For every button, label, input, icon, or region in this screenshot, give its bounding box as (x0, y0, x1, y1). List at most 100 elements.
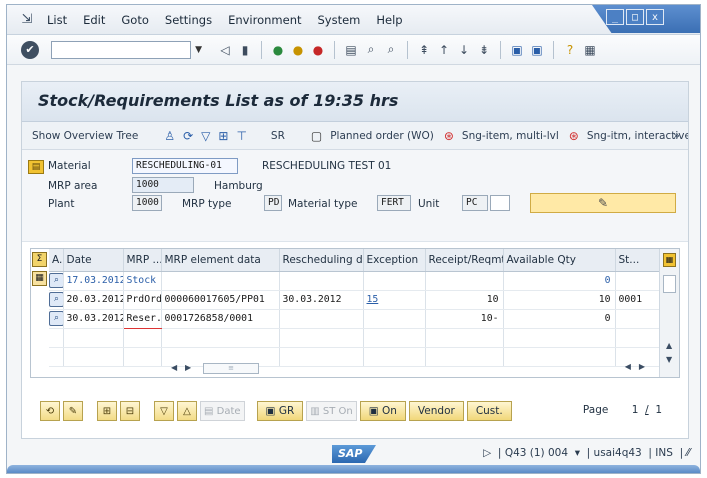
resize-grip-icon[interactable]: ⁄⁄ (686, 447, 690, 459)
toggle-icon[interactable]: ⟲ (40, 401, 60, 421)
column-header[interactable]: Available Qty (503, 249, 616, 272)
cell-available-qty: 0 (503, 271, 616, 291)
menu-settings[interactable]: Settings (165, 13, 212, 27)
find-icon[interactable]: ⌕ (363, 42, 379, 58)
collapse-all-icon[interactable]: ⊟ (120, 401, 140, 421)
cell-mrp-element: PrdOrd (123, 290, 162, 310)
enter-icon[interactable]: ✔ (21, 40, 39, 59)
table-scroll-arrows[interactable]: ◀▶ (625, 362, 653, 371)
menu-system[interactable]: System (318, 13, 361, 27)
find-next-icon[interactable]: ⌕ (383, 42, 399, 58)
help-icon[interactable]: ? (562, 42, 578, 58)
scroll-up-icon[interactable]: ▲ (666, 341, 672, 350)
window-buttons: _ □ x (606, 9, 664, 25)
window-menu-icon[interactable]: ⇲ (19, 12, 35, 27)
filter-icon[interactable]: ▽ (201, 129, 210, 143)
calendar-icon: ▤ (204, 405, 217, 417)
menu-edit[interactable]: Edit (83, 13, 105, 27)
print-icon[interactable]: ▤ (343, 42, 359, 58)
vendor-button[interactable]: Vendor (408, 401, 464, 421)
select-filter-icon[interactable]: ⊞ (218, 129, 228, 143)
column-header[interactable]: St... (615, 249, 660, 272)
horizontal-scrollbar[interactable]: ◀ ▶ ≡ (171, 362, 311, 376)
scroll-thumb[interactable]: ≡ (203, 363, 259, 374)
sng-item-interactive-icon: ⊛ (568, 128, 579, 143)
menu-environment[interactable]: Environment (228, 13, 301, 27)
cancel-icon[interactable]: ● (310, 42, 326, 58)
last-page-icon[interactable]: ⇟ (476, 42, 492, 58)
chevron-down-icon[interactable]: ▼ (195, 45, 202, 55)
more-icon[interactable]: » (673, 129, 680, 142)
close-button[interactable]: x (646, 9, 664, 25)
edit-icon[interactable]: ✎ (63, 401, 83, 421)
on-button[interactable]: ▣ On (359, 401, 406, 421)
filter-icon[interactable]: ▽ (154, 401, 174, 421)
material-field[interactable]: RESCHEDULING-01 (132, 158, 238, 174)
column-header[interactable]: A.. (49, 249, 64, 272)
table-row[interactable]: 17.03.2012 Stock 0 (49, 271, 660, 291)
separator (407, 40, 408, 59)
mrp-type-label: MRP type (182, 198, 232, 210)
exit-icon[interactable]: ● (290, 42, 306, 58)
layout-icon[interactable]: ▦ (582, 42, 598, 58)
material-master-icon[interactable]: ▤ (28, 160, 44, 174)
cell-exception-link[interactable]: 15 (363, 290, 426, 310)
st-on-button[interactable]: ▥ ST On (306, 401, 357, 421)
column-header[interactable]: Receipt/Reqmt (425, 249, 504, 272)
menu-help[interactable]: Help (376, 13, 402, 27)
column-header[interactable]: MRP ... (123, 249, 162, 272)
sr-button[interactable]: SR (271, 130, 285, 142)
separator (500, 40, 501, 59)
mrp-area-field[interactable]: 1000 (132, 177, 194, 193)
expand-all-icon[interactable]: ⊞ (97, 401, 117, 421)
cell-mrp-element: Reser. (122, 309, 162, 329)
command-field[interactable]: ▼ (51, 40, 202, 59)
page-label: Page (582, 404, 609, 416)
scroll-left-icon[interactable]: ◀ (171, 363, 177, 372)
column-header[interactable]: MRP element data (161, 249, 280, 272)
vertical-scrollbar[interactable]: ▦ ▲ ▼ (659, 249, 679, 377)
mrp-type-field: PD (264, 195, 282, 211)
new-session-icon[interactable]: ▣ (509, 42, 525, 58)
system-id[interactable]: Q43 (1) 004 (505, 447, 568, 459)
table-row[interactable]: 30.03.2012 Reser. 0001726858/0001 10- 0 (49, 309, 660, 329)
first-page-icon[interactable]: ⇞ (416, 42, 432, 58)
shortcut-icon[interactable]: ▣ (529, 42, 545, 58)
back-icon[interactable]: ● (270, 42, 286, 58)
show-overview-tree-button[interactable]: Show Overview Tree (32, 130, 138, 142)
page-separator[interactable]: / (645, 404, 649, 416)
next-page-icon[interactable]: ↓ (456, 42, 472, 58)
menu-list[interactable]: List (47, 13, 67, 27)
chevron-down-icon[interactable]: ▾ (571, 447, 580, 459)
scroll-down-icon[interactable]: ▼ (666, 355, 672, 364)
refresh-icon[interactable]: ⟳ (183, 129, 193, 143)
column-header[interactable]: Date (63, 249, 124, 272)
mrp-table: A.. Date MRP ... MRP element data Resche… (49, 249, 660, 367)
date-button[interactable]: ▤ Date (200, 401, 245, 421)
column-header[interactable]: Exception (363, 249, 426, 272)
scroll-thumb[interactable] (663, 275, 676, 293)
column-settings-icon[interactable]: ▦ (663, 253, 676, 267)
user-icon[interactable]: ♙ (164, 129, 175, 143)
play-icon[interactable]: ▷ (483, 447, 491, 459)
details-icon[interactable]: ▦ (32, 271, 47, 286)
gr-button[interactable]: ▣ GR (256, 401, 304, 421)
sort-icon[interactable]: △ (177, 401, 197, 421)
customer-button[interactable]: Cust. (466, 401, 512, 421)
system-info[interactable]: ▷ | Q43 (1) 004 ▾ | usai4q43 | INS | ⁄⁄ (483, 447, 690, 459)
planned-order-button[interactable]: Planned order (WO) (330, 130, 434, 142)
maximize-button[interactable]: □ (626, 9, 644, 25)
collapse-icon[interactable]: ◁ (217, 42, 233, 58)
select-all-icon[interactable]: Σ (32, 252, 47, 267)
sng-item-multi-button[interactable]: Sng-item, multi-lvl (462, 130, 559, 142)
menu-goto[interactable]: Goto (121, 13, 149, 27)
edit-note-button[interactable]: ✎ (530, 193, 676, 213)
filter-off-icon[interactable]: ⊤ (236, 129, 246, 143)
save-icon[interactable]: ▮ (237, 42, 253, 58)
table-row[interactable]: 20.03.2012 PrdOrd 000060017605/PP01 30.0… (49, 290, 660, 310)
scroll-right-icon[interactable]: ▶ (185, 363, 191, 372)
previous-page-icon[interactable]: ↑ (436, 42, 452, 58)
column-header[interactable]: Rescheduling d... (279, 249, 364, 272)
minimize-button[interactable]: _ (606, 9, 624, 25)
cell-date: 30.03.2012 (63, 309, 124, 329)
